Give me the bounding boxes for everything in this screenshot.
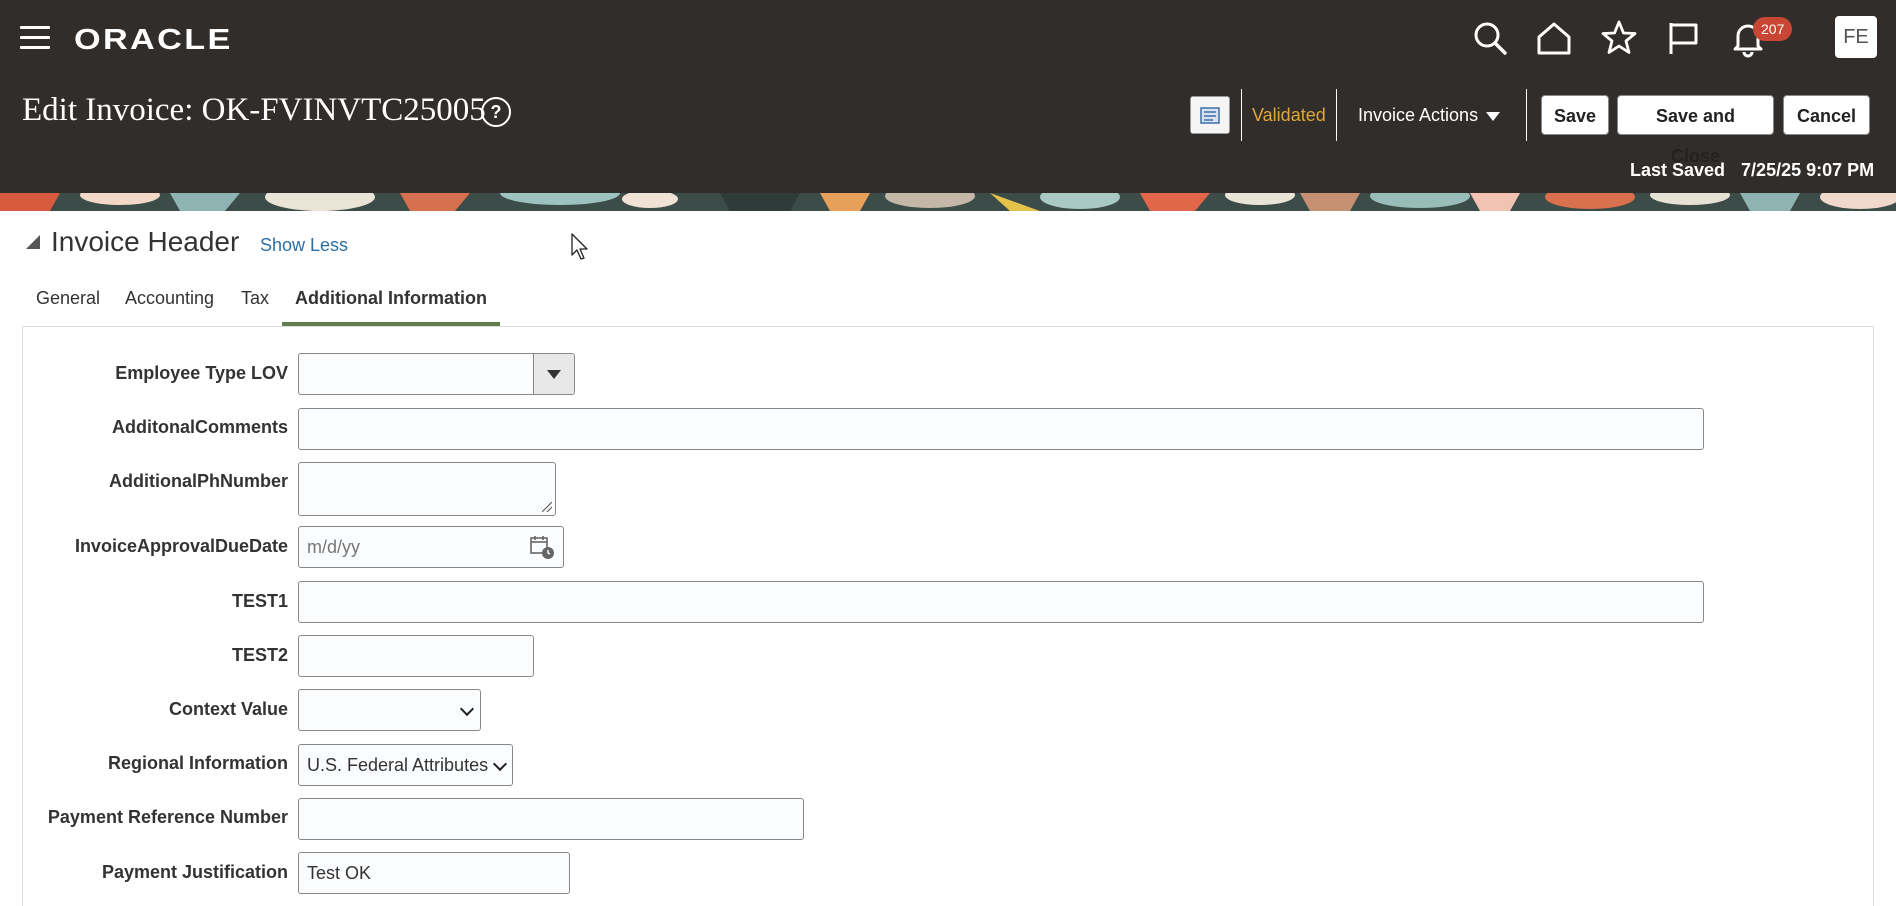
save-button[interactable]: Save bbox=[1541, 95, 1609, 135]
caret-down-icon bbox=[1486, 111, 1501, 121]
employee-type-lov-input[interactable] bbox=[298, 353, 575, 395]
page-title: Edit Invoice: OK-FVINVTC25005 bbox=[22, 92, 486, 128]
invoice-actions-menu[interactable]: Invoice Actions bbox=[1358, 105, 1501, 126]
additional-comments-label: AdditonalComments bbox=[111, 417, 288, 437]
user-avatar[interactable]: FE bbox=[1835, 16, 1877, 58]
test1-label: TEST1 bbox=[231, 591, 288, 611]
section-title: Invoice Header bbox=[51, 226, 240, 257]
invoice-approval-due-date-input[interactable]: m/d/yy bbox=[298, 526, 564, 568]
tab-additional-information[interactable]: Additional Information bbox=[295, 288, 487, 309]
global-header: ORACLE 207 FE Edit Invoice: OK-FVINVTC25… bbox=[0, 0, 1896, 193]
payment-justification-label: Payment Justification bbox=[101, 862, 288, 882]
payment-reference-number-label: Payment Reference Number bbox=[47, 807, 288, 827]
notification-count-badge[interactable]: 207 bbox=[1753, 17, 1793, 41]
test2-input[interactable] bbox=[298, 635, 534, 677]
payment-reference-number-input[interactable] bbox=[298, 798, 804, 840]
document-icon bbox=[1200, 107, 1220, 124]
date-placeholder: m/d/yy bbox=[307, 537, 361, 557]
test1-input[interactable] bbox=[298, 581, 1704, 623]
regional-information-label: Regional Information bbox=[108, 753, 288, 773]
regional-information-selected: U.S. Federal Attributes bbox=[307, 755, 489, 775]
last-saved-label: Last Saved bbox=[1630, 160, 1726, 180]
additional-comments-input[interactable] bbox=[298, 408, 1704, 450]
status-validated[interactable]: Validated bbox=[1252, 105, 1326, 126]
tab-accounting[interactable]: Accounting bbox=[125, 288, 214, 309]
divider bbox=[1526, 89, 1527, 141]
decorative-banner bbox=[0, 193, 1896, 211]
flag-icon[interactable] bbox=[1663, 18, 1703, 58]
search-icon[interactable] bbox=[1470, 18, 1510, 58]
chevron-down-icon bbox=[459, 701, 475, 717]
home-icon[interactable] bbox=[1534, 18, 1574, 58]
tab-general[interactable]: General bbox=[36, 288, 100, 309]
context-value-label: Context Value bbox=[168, 699, 288, 719]
employee-type-lov-label: Employee Type LOV bbox=[115, 363, 288, 383]
lov-dropdown-icon[interactable] bbox=[533, 354, 574, 394]
last-saved: Last Saved 7/25/25 9:07 PM bbox=[1630, 160, 1874, 181]
oracle-logo[interactable]: ORACLE bbox=[74, 24, 233, 57]
regional-information-select[interactable]: U.S. Federal Attributes bbox=[298, 744, 513, 786]
save-and-close-button[interactable]: Save and Close bbox=[1617, 95, 1774, 166]
additional-ph-number-textarea[interactable] bbox=[298, 462, 556, 516]
chevron-down-icon bbox=[492, 756, 508, 772]
context-value-select[interactable] bbox=[298, 689, 481, 731]
last-saved-value: 7/25/25 9:07 PM bbox=[1741, 160, 1875, 180]
mouse-cursor-icon bbox=[571, 233, 588, 260]
help-icon[interactable]: ? bbox=[481, 97, 511, 127]
favorites-star-icon[interactable] bbox=[1599, 18, 1639, 58]
calendar-icon[interactable] bbox=[529, 534, 555, 560]
tab-tax[interactable]: Tax bbox=[241, 288, 269, 309]
test2-label: TEST2 bbox=[231, 645, 288, 665]
additional-ph-number-label: AdditionalPhNumber bbox=[109, 471, 288, 491]
invoice-approval-due-date-label: InvoiceApprovalDueDate bbox=[74, 536, 288, 556]
document-icon-button[interactable] bbox=[1190, 96, 1230, 134]
divider bbox=[1336, 89, 1337, 141]
collapse-triangle-icon[interactable] bbox=[26, 235, 40, 249]
menu-icon[interactable] bbox=[20, 26, 50, 50]
cancel-button[interactable]: Cancel bbox=[1783, 95, 1870, 135]
show-less-link[interactable]: Show Less bbox=[260, 235, 348, 256]
divider bbox=[1241, 89, 1242, 141]
payment-justification-input[interactable]: Test OK bbox=[298, 852, 570, 894]
invoice-actions-label: Invoice Actions bbox=[1358, 105, 1479, 125]
resize-handle-icon[interactable] bbox=[542, 502, 552, 512]
